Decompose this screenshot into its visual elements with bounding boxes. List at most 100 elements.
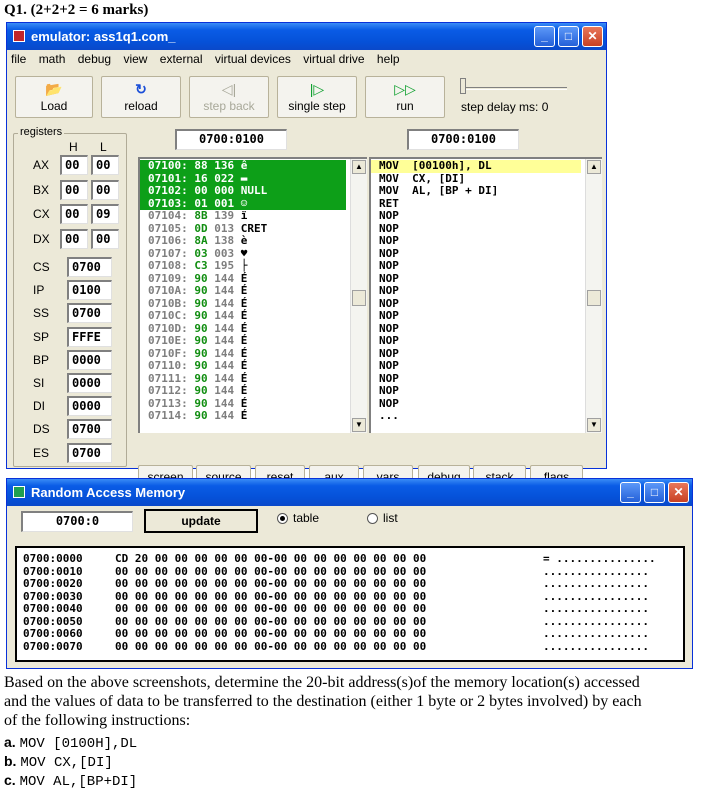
scroll-up-arrow-icon[interactable]: ▲: [352, 160, 366, 174]
scroll-up-arrow-icon[interactable]: ▲: [587, 160, 601, 174]
question-heading: Q1. (2+2+2 = 6 marks): [4, 2, 149, 18]
ram-titlebar[interactable]: Random Access Memory _ □ ✕: [7, 479, 692, 506]
minimize-button[interactable]: _: [534, 26, 555, 47]
disassembly-row[interactable]: NOP: [371, 309, 581, 323]
ram-row-bytes: 00 00 00 00 00 00 00 00-00 00 00 00 00 0…: [115, 639, 427, 653]
question-item-letter: b.: [4, 753, 17, 769]
step-delay-slider[interactable]: step delay ms: 0: [457, 76, 572, 118]
register-cx-high[interactable]: 00: [60, 204, 88, 224]
register-dx-low[interactable]: 00: [91, 228, 119, 249]
update-button[interactable]: update: [144, 509, 258, 533]
disassembly-list[interactable]: MOV [00100h], DL MOV CX, [DI] MOV AL, [BP …: [369, 157, 602, 433]
disassembly-row[interactable]: NOP: [371, 259, 581, 273]
disassembly-row[interactable]: NOP: [371, 384, 581, 398]
table-radio[interactable]: [277, 513, 288, 524]
menu-virtual-drive[interactable]: virtual drive: [303, 52, 364, 66]
disassembly-row[interactable]: NOP: [371, 209, 581, 223]
run-button[interactable]: ▷▷ run: [365, 76, 445, 118]
maximize-button[interactable]: □: [558, 26, 579, 47]
disassembly-row[interactable]: NOP: [371, 372, 581, 386]
menu-debug[interactable]: debug: [78, 52, 111, 66]
memory-dec: 001: [214, 196, 235, 210]
load-button[interactable]: 📂 Load: [15, 76, 93, 118]
memory-hex: 90: [194, 271, 208, 285]
register-ds[interactable]: 0700: [67, 419, 112, 440]
list-radio[interactable]: [367, 513, 378, 524]
ram-close-button[interactable]: ✕: [668, 482, 689, 503]
memory-address: 0710D:: [148, 321, 188, 335]
register-si[interactable]: 0000: [67, 373, 112, 393]
memory-dec: 013: [214, 221, 235, 235]
menu-help[interactable]: help: [377, 52, 400, 66]
register-dx-high[interactable]: 00: [60, 228, 88, 249]
ram-minimize-button[interactable]: _: [620, 482, 641, 503]
disassembly-row[interactable]: NOP: [371, 397, 581, 411]
ram-address-field[interactable]: 0700:0: [21, 511, 133, 532]
menu-external[interactable]: external: [160, 52, 203, 66]
ram-dump-table[interactable]: 0700:0000 CD 20 00 00 00 00 00 00-00 00 0…: [15, 546, 685, 662]
register-ax-high[interactable]: 00: [60, 155, 88, 175]
memory-dec: 022: [214, 171, 235, 185]
step-back-button[interactable]: ◁| step back: [189, 76, 269, 118]
memory-hex: 90: [194, 371, 208, 385]
register-label-ax: AX: [33, 158, 50, 172]
emulator-titlebar[interactable]: emulator: ass1q1.com_ _ □ ✕: [7, 23, 606, 50]
memory-char: É: [240, 346, 248, 360]
disassembly-address-field[interactable]: 0700:0100: [407, 129, 519, 150]
list-radio-label: list: [383, 511, 398, 525]
disassembly-row[interactable]: MOV [00100h], DL: [371, 159, 581, 173]
memory-scroll-thumb[interactable]: [352, 290, 366, 306]
disassembly-row[interactable]: NOP: [371, 359, 581, 373]
ram-row-bytes: CD 20 00 00 00 00 00 00-00 00 00 00 00 0…: [115, 552, 427, 565]
disassembly-scroll-thumb[interactable]: [587, 290, 601, 306]
ram-row: 0700:0020 00 00 00 00 00 00 00 00-00 00 0…: [17, 577, 683, 591]
disassembly-row[interactable]: NOP: [371, 322, 581, 336]
ram-maximize-button[interactable]: □: [644, 482, 665, 503]
register-bp[interactable]: 0000: [67, 349, 112, 370]
scroll-down-arrow-icon[interactable]: ▼: [587, 418, 601, 432]
register-cs[interactable]: 0700: [67, 257, 112, 277]
memory-dec: 144: [214, 359, 235, 372]
register-sp[interactable]: FFFE: [67, 326, 112, 347]
disassembly-row[interactable]: RET: [371, 197, 581, 211]
menu-virtual-devices[interactable]: virtual devices: [215, 52, 291, 66]
register-di[interactable]: 0000: [67, 396, 112, 417]
disassembly-row[interactable]: NOP: [371, 284, 581, 298]
register-bx-low[interactable]: 00: [91, 179, 119, 200]
disassembly-row[interactable]: MOV AL, [BP + DI]: [371, 184, 581, 198]
register-ip[interactable]: 0100: [67, 280, 112, 301]
register-cx-low[interactable]: 09: [91, 204, 119, 224]
memory-dec: 144: [214, 346, 235, 360]
disassembly-row[interactable]: NOP: [371, 272, 581, 286]
memory-row[interactable]: 07114: 90 144 É: [140, 409, 346, 423]
disassembly-row[interactable]: NOP: [371, 334, 581, 348]
menu-view[interactable]: view: [123, 52, 147, 66]
disassembly-scrollbar[interactable]: ▲ ▼: [585, 159, 602, 433]
memory-char: É: [240, 334, 248, 347]
reload-icon: ↻: [135, 81, 147, 97]
single-step-button[interactable]: |▷ single step: [277, 76, 357, 118]
disassembly-row[interactable]: NOP: [371, 297, 581, 311]
register-es[interactable]: 0700: [67, 442, 112, 463]
memory-hex: 90: [194, 321, 208, 335]
disassembly-row[interactable]: NOP: [371, 222, 581, 236]
disassembly-row[interactable]: NOP: [371, 234, 581, 248]
close-button[interactable]: ✕: [582, 26, 603, 47]
disassembly-row[interactable]: ...: [371, 409, 581, 423]
reload-button[interactable]: ↻ reload: [101, 76, 181, 118]
register-bx-high[interactable]: 00: [60, 179, 88, 200]
memory-list[interactable]: 07100: 88 136 ê 07101: 16 022 ▬ 07102: 00 …: [138, 157, 367, 433]
menu-math[interactable]: math: [39, 52, 66, 66]
register-ss[interactable]: 0700: [67, 303, 112, 324]
register-ax-low[interactable]: 00: [91, 155, 119, 175]
disassembly-row[interactable]: NOP: [371, 247, 581, 261]
disassembly-row[interactable]: NOP: [371, 347, 581, 361]
memory-char: É: [240, 321, 248, 335]
slider-thumb[interactable]: [460, 78, 466, 94]
memory-scrollbar[interactable]: ▲ ▼: [350, 159, 367, 433]
memory-address-field[interactable]: 0700:0100: [175, 129, 287, 150]
memory-hex: 8B: [194, 209, 208, 222]
register-label-ip: IP: [33, 283, 45, 298]
scroll-down-arrow-icon[interactable]: ▼: [352, 418, 366, 432]
menu-file[interactable]: file: [11, 52, 26, 66]
